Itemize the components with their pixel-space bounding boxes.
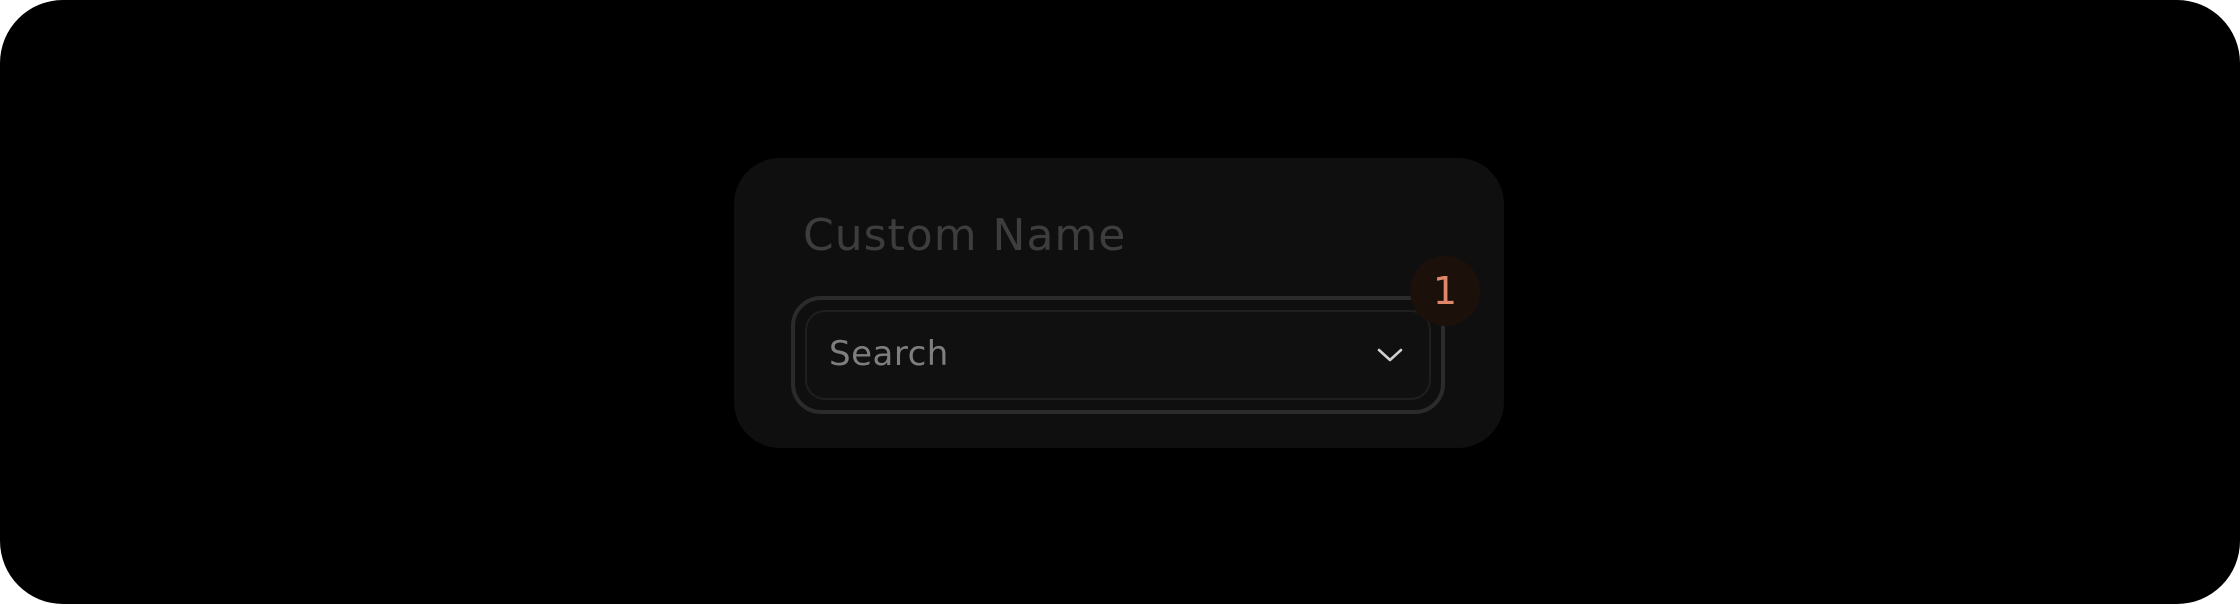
field-panel: Custom Name Search 1 [734, 158, 1504, 448]
canvas: Custom Name Search 1 [0, 0, 2240, 604]
search-select[interactable]: Search [805, 310, 1431, 400]
badge-count: 1 [1432, 269, 1458, 313]
select-value: Search [829, 334, 949, 375]
select-focus-ring: Search [791, 296, 1445, 414]
notification-badge: 1 [1410, 256, 1480, 326]
chevron-down-icon [1377, 348, 1403, 362]
field-label: Custom Name [803, 210, 1127, 261]
